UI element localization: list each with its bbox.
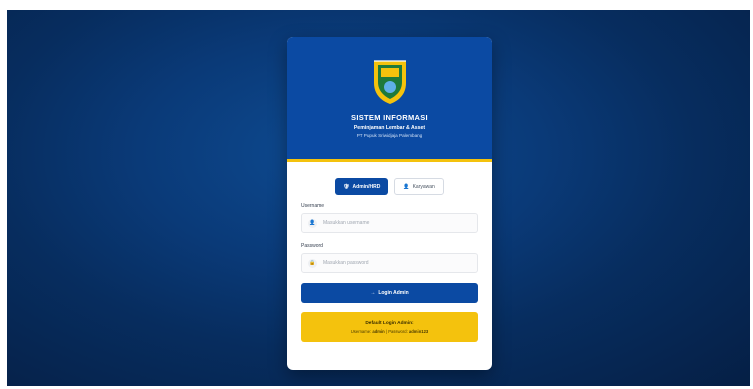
- background: SISTEM INFORMASI Peminjaman Lembar & Ass…: [7, 10, 750, 386]
- app-subtitle: Peminjaman Lembar & Asset: [353, 125, 426, 131]
- info-username-label: Username:: [350, 328, 372, 334]
- login-card: SISTEM INFORMASI Peminjaman Lembar & Ass…: [287, 37, 492, 370]
- shield-icon: 🛡: [343, 183, 350, 190]
- card-header: SISTEM INFORMASI Peminjaman Lembar & Ass…: [287, 37, 492, 162]
- tab-admin-label: Admin/HRD: [352, 183, 381, 190]
- info-password-label: Password:: [388, 328, 408, 334]
- login-button-label: Login Admin: [378, 290, 409, 296]
- info-username-value: admin: [372, 328, 385, 334]
- login-icon: →: [370, 290, 376, 296]
- info-credentials: Username: admin | Password: admin123: [351, 329, 429, 334]
- username-field[interactable]: 👤: [301, 213, 478, 233]
- tab-admin-hrd[interactable]: 🛡 Admin/HRD: [335, 178, 389, 195]
- lock-icon: 🔒: [308, 258, 317, 268]
- organization-name: PT Pupuk Sriwidjaja Palembang: [356, 133, 423, 138]
- info-separator: |: [385, 328, 388, 334]
- user-icon: 👤: [403, 183, 410, 190]
- login-form: Username 👤 Password 🔒 → Login Admin Defa…: [287, 203, 492, 342]
- company-logo: [373, 60, 406, 104]
- username-input[interactable]: [323, 220, 463, 226]
- login-tabs: 🛡 Admin/HRD 👤 Karyawan: [287, 178, 492, 195]
- username-label: Username: [301, 203, 325, 209]
- info-title: Default Login Admin:: [365, 320, 414, 326]
- password-input[interactable]: [323, 260, 463, 266]
- password-label: Password: [301, 243, 323, 249]
- app-title: SISTEM INFORMASI: [351, 113, 428, 122]
- tab-karyawan[interactable]: 👤 Karyawan: [394, 178, 444, 195]
- default-login-info: Default Login Admin: Username: admin | P…: [301, 312, 478, 342]
- info-password-value: admin123: [408, 328, 429, 334]
- password-field[interactable]: 🔒: [301, 253, 478, 273]
- login-admin-button[interactable]: → Login Admin: [301, 283, 478, 303]
- tab-karyawan-label: Karyawan: [412, 183, 435, 190]
- user-icon: 👤: [308, 218, 317, 228]
